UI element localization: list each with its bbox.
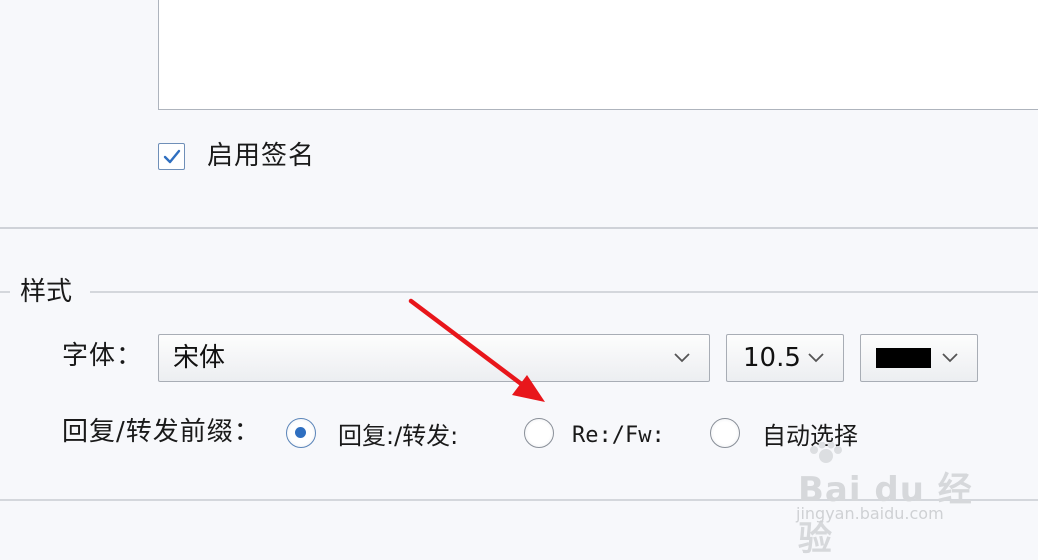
watermark-url: jingyan.baidu.com bbox=[796, 504, 944, 523]
baidu-watermark: Bai du 经验 jingyan.baidu.com bbox=[792, 440, 992, 559]
